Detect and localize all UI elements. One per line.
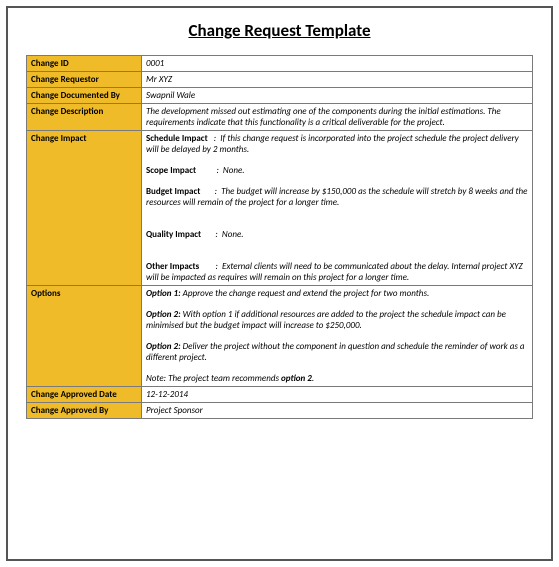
value-approved-date: 12-12-2014: [142, 387, 533, 403]
value-approved-by: Project Sponsor: [142, 403, 533, 419]
table-row: Change ID 0001: [27, 56, 533, 72]
label-documented-by: Change Documented By: [27, 88, 142, 104]
impact-budget: Budget Impact : The budget will increase…: [146, 186, 528, 208]
impact-scope: Scope Impact : None.: [146, 165, 528, 176]
options-note: Note: The project team recommends option…: [146, 373, 528, 384]
table-row: Change Impact Schedule Impact : If this …: [27, 131, 533, 286]
label-approved-by: Change Approved By: [27, 403, 142, 419]
impact-other: Other Impacts : External clients will ne…: [146, 261, 528, 283]
value-documented-by: Swapnil Wale: [142, 88, 533, 104]
table-row: Change Approved By Project Sponsor: [27, 403, 533, 419]
change-request-table: Change ID 0001 Change Requestor Mr XYZ C…: [26, 55, 533, 419]
label-approved-date: Change Approved Date: [27, 387, 142, 403]
page-title: Change Request Template: [26, 20, 533, 41]
table-row: Change Requestor Mr XYZ: [27, 72, 533, 88]
table-row: Options Option 1: Approve the change req…: [27, 286, 533, 387]
label-change-requestor: Change Requestor: [27, 72, 142, 88]
value-change-id: 0001: [142, 56, 533, 72]
value-change-requestor: Mr XYZ: [142, 72, 533, 88]
label-options: Options: [27, 286, 142, 387]
impact-quality: Quality Impact : None.: [146, 229, 528, 240]
label-change-impact: Change Impact: [27, 131, 142, 286]
table-row: Change Description The development misse…: [27, 104, 533, 131]
value-options: Option 1: Approve the change request and…: [142, 286, 533, 387]
table-row: Change Documented By Swapnil Wale: [27, 88, 533, 104]
impact-schedule: Schedule Impact : If this change request…: [146, 133, 528, 155]
document-page: Change Request Template Change ID 0001 C…: [6, 6, 553, 561]
option-1: Option 1: Approve the change request and…: [146, 288, 528, 299]
table-row: Change Approved Date 12-12-2014: [27, 387, 533, 403]
option-2b: Option 2: Deliver the project without th…: [146, 341, 528, 363]
value-change-description: The development missed out estimating on…: [142, 104, 533, 131]
value-change-impact: Schedule Impact : If this change request…: [142, 131, 533, 286]
option-2a: Option 2: With option 1 if additional re…: [146, 309, 528, 331]
label-change-id: Change ID: [27, 56, 142, 72]
label-change-description: Change Description: [27, 104, 142, 131]
